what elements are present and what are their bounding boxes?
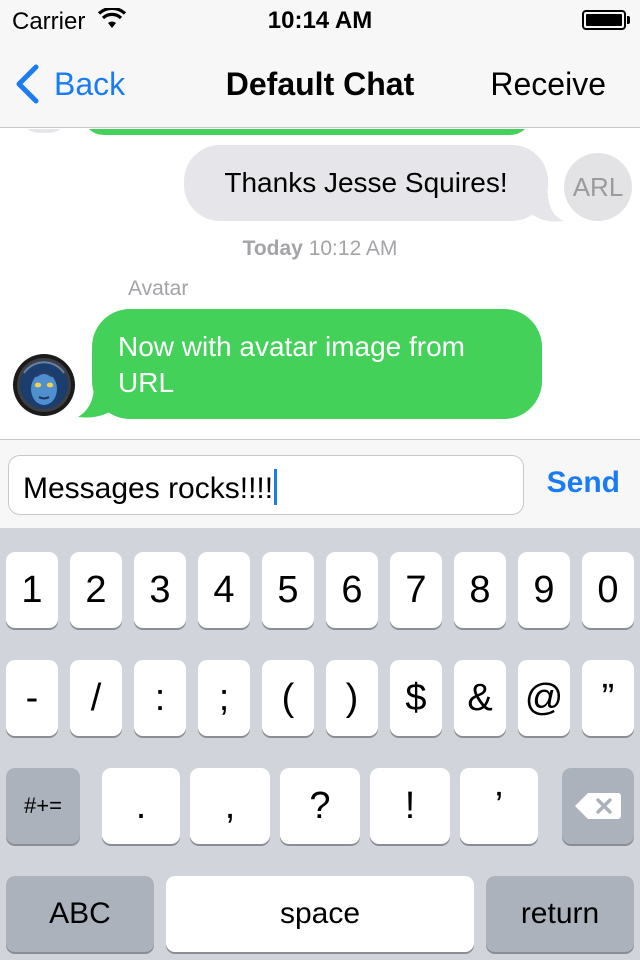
key-symbols-toggle[interactable]: #+= (6, 768, 80, 844)
key-8[interactable]: 8 (454, 552, 506, 628)
key-hyphen[interactable]: - (6, 660, 58, 736)
message-list[interactable]: Thanks Jesse Squires! ARL Today 10:12 AM… (0, 129, 640, 439)
text-caret (274, 469, 278, 505)
message-text: Thanks Jesse Squires! (224, 167, 508, 198)
input-toolbar: Messages rocks!!!! Send (0, 439, 640, 528)
key-2[interactable]: 2 (70, 552, 122, 628)
receive-button[interactable]: Receive (490, 66, 606, 103)
navigation-header: Carrier 10:14 AM Back Default Chat Recei… (0, 0, 640, 128)
key-ampersand[interactable]: & (454, 660, 506, 736)
avatar (18, 129, 70, 133)
status-time: 10:14 AM (267, 7, 373, 34)
key-1[interactable]: 1 (6, 552, 58, 628)
message-timestamp: Today 10:12 AM (0, 237, 640, 261)
message-bubble-incoming-partial[interactable] (82, 129, 532, 135)
delete-backspace-icon (575, 793, 621, 819)
key-0[interactable]: 0 (582, 552, 634, 628)
key-3[interactable]: 3 (134, 552, 186, 628)
key-close-paren[interactable]: ) (326, 660, 378, 736)
delete-key[interactable] (562, 768, 634, 844)
message-input[interactable]: Messages rocks!!!! (8, 455, 524, 515)
key-9[interactable]: 9 (518, 552, 570, 628)
key-7[interactable]: 7 (390, 552, 442, 628)
status-bar: Carrier 10:14 AM (0, 0, 640, 40)
key-slash[interactable]: / (70, 660, 122, 736)
space-key[interactable]: space (166, 876, 474, 952)
key-semicolon[interactable]: ; (198, 660, 250, 736)
key-4[interactable]: 4 (198, 552, 250, 628)
key-quote[interactable]: ” (582, 660, 634, 736)
key-open-paren[interactable]: ( (262, 660, 314, 736)
key-period[interactable]: . (102, 768, 180, 844)
key-question[interactable]: ? (280, 768, 360, 844)
timestamp-time: 10:12 AM (308, 237, 398, 260)
key-at[interactable]: @ (518, 660, 570, 736)
key-apostrophe[interactable]: ’ (460, 768, 538, 844)
key-exclamation[interactable]: ! (370, 768, 450, 844)
key-dollar[interactable]: $ (390, 660, 442, 736)
keyboard: 1 2 3 4 5 6 7 8 9 0 - / : ; ( ) $ & @ ” … (0, 528, 640, 960)
avatar-initials: ARL (564, 153, 632, 221)
message-bubble-incoming[interactable]: Now with avatar image from URL (92, 309, 542, 419)
return-key[interactable]: return (486, 876, 634, 952)
avatar-image-icon (13, 354, 75, 416)
timestamp-day: Today (242, 237, 303, 260)
key-6[interactable]: 6 (326, 552, 378, 628)
key-colon[interactable]: : (134, 660, 186, 736)
battery-icon (582, 10, 630, 30)
message-input-value: Messages rocks!!!! (23, 472, 274, 505)
message-bubble-outgoing[interactable]: Thanks Jesse Squires! (184, 145, 548, 221)
send-button[interactable]: Send (547, 466, 620, 500)
key-5[interactable]: 5 (262, 552, 314, 628)
key-comma[interactable]: , (190, 768, 270, 844)
message-text: Now with avatar image from URL (118, 331, 466, 398)
abc-key[interactable]: ABC (6, 876, 154, 952)
sender-name: Avatar (128, 277, 189, 300)
